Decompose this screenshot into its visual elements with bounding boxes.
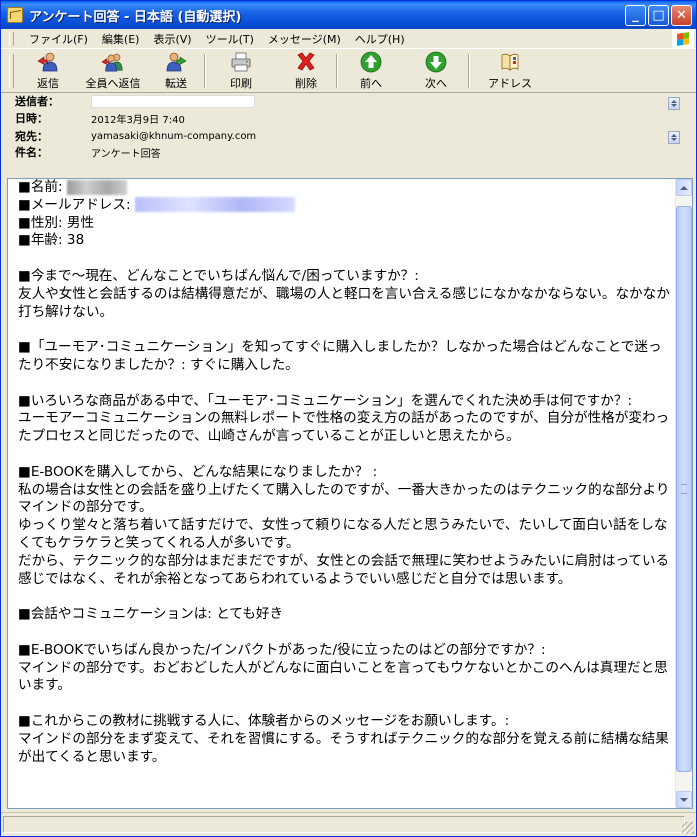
windows-logo-icon [672, 29, 694, 49]
window-title: アンケート回答 - 日本語 (自動選択) [29, 9, 242, 25]
message-body-pane[interactable]: ■名前: ■メールアドレス: ■性別: 男性 ■年齢: 38 ■今まで〜現在、ど… [7, 178, 693, 809]
forward-icon [165, 51, 187, 73]
vertical-scrollbar[interactable] [675, 179, 692, 808]
delete-x-icon [295, 51, 317, 73]
next-button[interactable]: 次へ [404, 51, 468, 91]
address-book-icon [499, 51, 521, 73]
scroll-up-button[interactable] [676, 179, 692, 196]
message-body: ■名前: ■メールアドレス: ■性別: 男性 ■年齢: 38 ■今まで〜現在、ど… [18, 179, 670, 766]
menu-view[interactable]: 表示(V) [146, 31, 198, 47]
scroll-up-icon [680, 185, 688, 190]
close-button[interactable]: ✕ [671, 4, 692, 26]
email-redacted [134, 197, 295, 213]
reply-all-button[interactable]: 全員へ返信 [78, 51, 148, 91]
title-bar[interactable]: アンケート回答 - 日本語 (自動選択) _ □ ✕ [1, 1, 696, 29]
up-arrow-icon [360, 51, 382, 73]
to-value[interactable]: yamasaki@khnum-company.com [91, 131, 256, 142]
from-label: 送信者： [15, 95, 59, 108]
header-from-row: 送信者： [15, 93, 255, 109]
toolbar-grip[interactable] [9, 53, 14, 88]
to-scroll-spinner[interactable] [668, 131, 680, 144]
toolbar: 返信 全員へ返信 転送 印刷 削除 前へ 次へ アドレス [1, 49, 696, 93]
forward-label: 転送 [165, 76, 187, 90]
from-scroll-spinner[interactable] [668, 97, 680, 110]
addresses-button[interactable]: アドレス [470, 51, 550, 91]
menu-file[interactable]: ファイル(F) [22, 31, 95, 47]
status-bar [1, 812, 696, 836]
date-label: 日時： [15, 112, 48, 125]
header-to-row: 宛先： yamasaki@khnum-company.com [15, 128, 256, 144]
envelope-icon [7, 7, 23, 23]
minimize-button[interactable]: _ [625, 4, 646, 26]
printer-icon [230, 51, 252, 73]
name-redacted [66, 179, 127, 195]
reply-all-label: 全員へ返信 [85, 76, 141, 90]
maximize-button[interactable]: □ [648, 4, 669, 26]
reply-all-icon [102, 51, 124, 73]
print-label: 印刷 [230, 76, 252, 90]
scroll-down-icon [680, 797, 688, 802]
down-arrow-icon [425, 51, 447, 73]
header-date-row: 日時： 2012年3月9日 7:40 [15, 110, 185, 126]
delete-label: 削除 [295, 76, 317, 90]
message-headers: 送信者： 日時： 2012年3月9日 7:40 宛先： yamasaki@khn… [1, 93, 696, 160]
delete-button[interactable]: 削除 [276, 51, 336, 91]
addresses-label: アドレス [488, 76, 532, 90]
forward-button[interactable]: 転送 [148, 51, 204, 91]
reply-label: 返信 [37, 76, 59, 90]
reply-icon [37, 51, 59, 73]
date-value: 2012年3月9日 7:40 [91, 114, 185, 126]
subject-value: アンケート回答 [91, 148, 161, 160]
scroll-down-button[interactable] [676, 791, 692, 808]
menubar-grip[interactable] [9, 31, 14, 46]
previous-label: 前へ [360, 76, 382, 90]
subject-label: 件名： [15, 146, 48, 159]
menu-help[interactable]: ヘルプ(H) [348, 31, 412, 47]
to-label: 宛先： [15, 130, 48, 143]
resize-grip-icon[interactable] [682, 822, 694, 834]
body-text-content: ■性別: 男性 ■年齢: 38 ■今まで〜現在、どんなことでいちばん悩んで/困っ… [18, 214, 670, 765]
next-label: 次へ [425, 76, 447, 90]
from-value-redacted[interactable] [91, 94, 255, 108]
previous-button[interactable]: 前へ [338, 51, 404, 91]
body-email-label: ■メールアドレス: [18, 196, 135, 213]
menu-message[interactable]: メッセージ(M) [261, 31, 348, 47]
body-name-label: ■名前: [18, 179, 67, 195]
status-cell [3, 816, 685, 833]
menu-bar: ファイル(F) 編集(E) 表示(V) ツール(T) メッセージ(M) ヘルプ(… [1, 29, 696, 49]
menu-edit[interactable]: 編集(E) [95, 31, 147, 47]
menu-tools[interactable]: ツール(T) [199, 31, 261, 47]
print-button[interactable]: 印刷 [206, 51, 276, 91]
message-window: アンケート回答 - 日本語 (自動選択) _ □ ✕ ファイル(F) 編集(E)… [0, 0, 697, 837]
scroll-thumb[interactable] [676, 206, 692, 772]
reply-button[interactable]: 返信 [18, 51, 78, 91]
header-subject-row: 件名： アンケート回答 [15, 144, 161, 160]
